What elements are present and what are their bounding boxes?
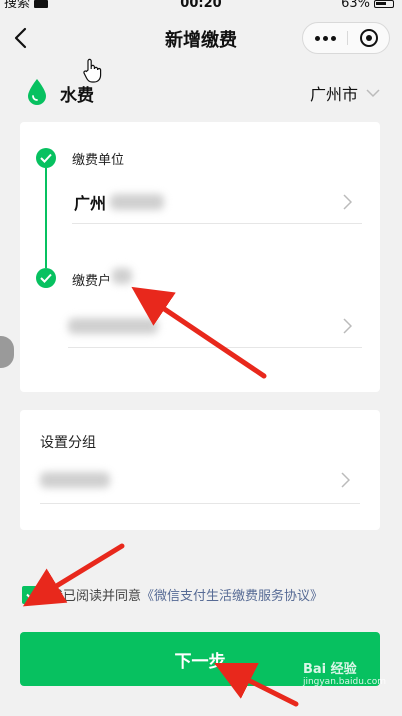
redacted-text [112, 268, 132, 284]
section-header: 水费 广州市 [0, 74, 402, 110]
chevron-right-icon [343, 318, 352, 334]
city-label: 广州市 [309, 85, 358, 104]
close-ring-icon [360, 29, 378, 47]
step-complete-icon [36, 148, 56, 168]
floating-handle[interactable] [0, 336, 14, 368]
step-complete-icon [36, 268, 56, 288]
agreement-link[interactable]: 《微信支付生活缴费服务协议》 [141, 589, 323, 604]
water-drop-icon [28, 79, 46, 105]
step-connector [45, 168, 47, 268]
step-label-account: 缴费户 [72, 274, 112, 289]
group-label: 设置分组 [40, 435, 96, 451]
section-title: 水费 [60, 86, 94, 106]
more-dot-icon [322, 35, 328, 41]
chevron-right-icon [341, 472, 350, 488]
nav-bar: 新增缴费 [0, 14, 402, 62]
group-field[interactable] [40, 458, 360, 504]
watermark-text: Bai 经验 [302, 662, 357, 677]
battery-icon [374, 0, 394, 8]
unit-value: 广州 [74, 194, 107, 213]
more-dot-icon [314, 35, 320, 41]
chevron-down-icon [366, 89, 380, 98]
agreement-checkbox[interactable] [22, 585, 40, 604]
close-button[interactable] [347, 23, 391, 53]
account-field[interactable] [68, 304, 362, 348]
agreement-row: 我已阅读并同意《微信支付生活缴费服务协议》 [22, 585, 323, 604]
watermark-sub: jingyan.baidu.com [302, 677, 386, 687]
unit-field[interactable]: 广州 [72, 180, 362, 224]
step-label-unit: 缴费单位 [72, 153, 125, 168]
redacted-text [68, 318, 158, 334]
more-button[interactable] [303, 23, 347, 53]
watermark: Bai 经验 jingyan.baidu.com [303, 658, 386, 687]
payment-info-card: 缴费单位 广州 缴费户 [20, 122, 380, 392]
battery-percent: 63% [341, 0, 370, 11]
city-selector[interactable]: 广州市 [310, 81, 380, 105]
redacted-text [40, 472, 110, 488]
check-icon [25, 590, 37, 599]
redacted-text [110, 194, 164, 210]
status-bar: 搜索 00:20 63% [0, 0, 402, 14]
status-right: 63% [341, 0, 394, 11]
group-card: 设置分组 [20, 410, 380, 530]
chevron-right-icon [343, 194, 352, 210]
agreement-text: 我已阅读并同意 [50, 589, 142, 604]
more-dot-icon [330, 35, 336, 41]
mini-program-capsule [302, 22, 390, 54]
